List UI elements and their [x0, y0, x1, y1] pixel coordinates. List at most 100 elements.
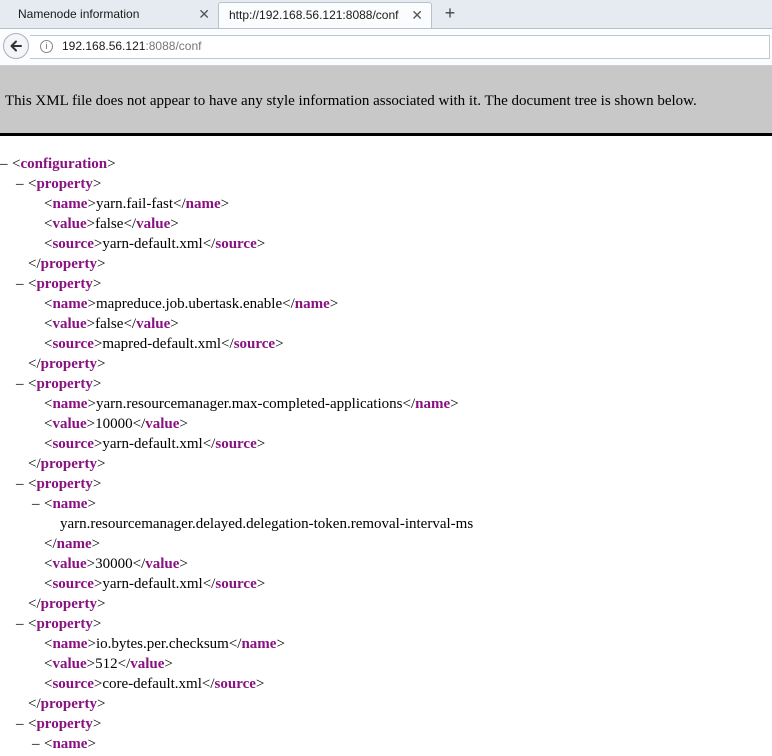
back-button[interactable]	[3, 33, 29, 59]
xml-text: >	[87, 736, 96, 752]
info-icon[interactable]: i	[40, 40, 53, 53]
collapse-toggle[interactable]: –	[16, 374, 24, 394]
xml-text: >	[86, 556, 96, 572]
property-source: <source>yarn-default.xml</source>	[44, 234, 265, 254]
name-open-tag: <name>	[44, 494, 96, 514]
xml-text: >	[91, 536, 101, 552]
xml-tag-name: value	[136, 216, 171, 232]
xml-tag-name: property	[36, 716, 93, 732]
close-icon[interactable]: ✕	[198, 2, 210, 26]
url-text[interactable]: 192.168.56.121:8088/conf	[62, 39, 201, 53]
xml-text: >	[87, 196, 96, 212]
xml-tag-name: property	[36, 176, 93, 192]
xml-tag-name: name	[52, 636, 88, 652]
xml-text: >	[329, 296, 339, 312]
collapse-toggle[interactable]: –	[16, 474, 24, 494]
property-open-tag: <property>	[28, 714, 101, 734]
xml-text: io.bytes.per.checksum	[95, 636, 229, 652]
xml-text: >	[92, 616, 102, 632]
collapse-toggle[interactable]: –	[16, 174, 24, 194]
property-value: <value>30000</value>	[44, 554, 188, 574]
property-close-tag: </property>	[28, 594, 106, 614]
xml-text: </	[202, 576, 216, 592]
url-host: 192.168.56.121	[62, 39, 146, 53]
xml-text: >	[87, 396, 96, 412]
xml-tag-name: name	[52, 496, 88, 512]
xml-text: </	[202, 436, 216, 452]
xml-text: </	[28, 696, 41, 712]
xml-tag-name: source	[52, 576, 94, 592]
arrow-left-icon	[10, 40, 22, 52]
xml-text: >	[450, 396, 459, 412]
property-open-tag: <property>	[28, 374, 101, 394]
tab-label: http://192.168.56.121:8088/conf	[229, 8, 399, 22]
collapse-toggle[interactable]: –	[32, 494, 40, 514]
property-name-text: yarn.resourcemanager.delayed.delegation-…	[60, 514, 473, 534]
address-bar[interactable]: i 192.168.56.121:8088/conf	[30, 35, 770, 59]
xml-tag-name: property	[36, 376, 93, 392]
xml-text: >	[87, 636, 96, 652]
collapse-toggle[interactable]: –	[16, 274, 24, 294]
xml-text: >	[86, 416, 96, 432]
xml-tag-name: name	[56, 536, 92, 552]
xml-text: </	[44, 536, 57, 552]
xml-tag-name: source	[52, 336, 94, 352]
property-source: <source>mapred-default.xml</source>	[44, 334, 284, 354]
xml-text: >	[170, 216, 179, 232]
property-name: <name>yarn.fail-fast</name>	[44, 194, 229, 214]
xml-tag-name: name	[241, 636, 277, 652]
property-name: <name>mapreduce.job.ubertask.enable</nam…	[44, 294, 338, 314]
xml-tag-name: value	[52, 556, 87, 572]
xml-tag-name: property	[36, 276, 93, 292]
xml-text: >	[275, 336, 284, 352]
collapse-toggle[interactable]: –	[16, 614, 24, 634]
xml-tag-name: name	[185, 196, 221, 212]
tab-namenode-information[interactable]: Namenode information ✕	[0, 2, 218, 28]
xml-text: yarn-default.xml	[102, 436, 203, 452]
property-value: <value>false</value>	[44, 214, 179, 234]
xml-tag-name: property	[40, 456, 98, 472]
xml-text: yarn-default.xml	[102, 576, 203, 592]
xml-tag-name: source	[52, 436, 94, 452]
xml-text: </	[402, 396, 416, 412]
name-open-tag: <name>	[44, 734, 96, 754]
url-path: :8088/conf	[145, 39, 202, 53]
xml-tag-name: name	[52, 396, 88, 412]
xml-text: >	[164, 656, 173, 672]
xml-text: >	[107, 156, 116, 172]
property-name: <name>yarn.resourcemanager.max-completed…	[44, 394, 459, 414]
xml-text: >	[256, 576, 266, 592]
collapse-toggle[interactable]: –	[16, 714, 24, 734]
xml-text: >	[97, 356, 106, 372]
xml-text: yarn.resourcemanager.delayed.delegation-…	[60, 516, 474, 532]
new-tab-button[interactable]: +	[440, 2, 460, 26]
xml-text: </	[28, 256, 41, 272]
property-open-tag: <property>	[28, 614, 101, 634]
xml-text: >	[86, 656, 96, 672]
xml-tag-name: property	[40, 356, 98, 372]
xml-text: </	[282, 296, 295, 312]
xml-text: </	[117, 656, 131, 672]
property-open-tag: <property>	[28, 474, 101, 494]
collapse-toggle[interactable]: –	[32, 734, 40, 754]
property-value: <value>512</value>	[44, 654, 173, 674]
xml-tag-name: property	[40, 696, 98, 712]
xml-tag-name: value	[130, 656, 165, 672]
xml-tag-name: property	[40, 596, 98, 612]
xml-tag-name: name	[52, 196, 88, 212]
xml-tag-name: name	[52, 296, 88, 312]
xml-text: >	[92, 376, 102, 392]
tab-conf[interactable]: http://192.168.56.121:8088/conf ✕	[218, 2, 432, 28]
xml-text: >	[97, 696, 106, 712]
property-open-tag: <property>	[28, 274, 101, 294]
collapse-toggle[interactable]: –	[0, 154, 8, 174]
xml-tag-name: value	[52, 316, 87, 332]
xml-text: >	[255, 676, 265, 692]
property-close-tag: </property>	[28, 254, 106, 274]
close-icon[interactable]: ✕	[411, 3, 423, 27]
xml-tag-name: value	[52, 416, 87, 432]
xml-text: 30000	[95, 556, 133, 572]
xml-text: >	[97, 256, 106, 272]
xml-text: >	[92, 276, 102, 292]
configuration-open-tag: <configuration>	[12, 154, 116, 174]
